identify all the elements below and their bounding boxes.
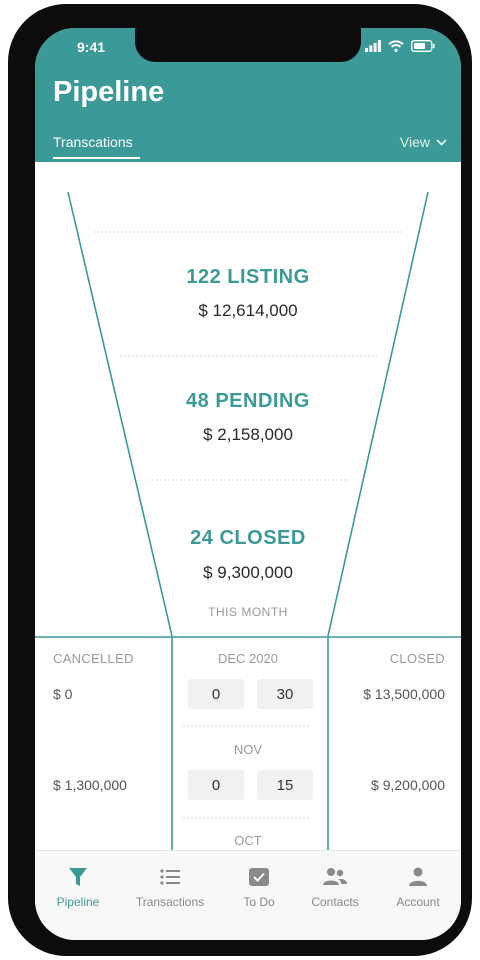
app-screen: 9:41 Pipeline Transcations View 122 LIST…	[35, 28, 461, 940]
checkbox-icon	[249, 868, 269, 886]
person-icon	[409, 867, 427, 886]
cancelled-value-dec: $ 0	[53, 686, 73, 702]
tab-todo[interactable]: To Do	[216, 865, 302, 909]
count-box-nov-a[interactable]: 0	[188, 770, 244, 800]
tab-contacts-label: Contacts	[311, 895, 359, 909]
funnel-graphic	[35, 191, 461, 850]
cancelled-value-nov: $ 1,300,000	[53, 777, 127, 793]
count-box-nov-b[interactable]: 15	[257, 770, 313, 800]
month-label-dec: DEC 2020	[218, 651, 278, 666]
closed-value-nov: $ 9,200,000	[371, 777, 445, 793]
tab-transactions-label: Transactions	[135, 895, 205, 909]
count-box-dec-a[interactable]: 0	[188, 679, 244, 709]
funnel-icon	[69, 868, 87, 886]
tab-transactions-nav[interactable]: Transactions	[127, 865, 213, 909]
tab-pipeline-label: Pipeline	[56, 895, 100, 909]
pending-stage-amount: $ 2,158,000	[203, 425, 293, 444]
tab-account-label: Account	[396, 895, 440, 909]
listing-stage-title[interactable]: 122 LISTING	[35, 266, 461, 289]
list-icon	[160, 869, 180, 885]
month-label-nov: NOV	[233, 742, 263, 757]
month-label-oct: OCT	[234, 833, 262, 848]
listing-stage-amount: $ 12,614,000	[198, 301, 298, 320]
tab-pipeline[interactable]: Pipeline	[35, 865, 121, 909]
pending-stage-title[interactable]: 48 PENDING	[35, 390, 461, 413]
contacts-icon	[323, 868, 347, 885]
cancelled-column-header: CANCELLED	[53, 651, 134, 666]
tab-account[interactable]: Account	[375, 865, 461, 909]
tab-todo-label: To Do	[243, 895, 275, 909]
bottom-tab-bar: Pipeline Transactions To Do Contacts Acc…	[35, 850, 461, 940]
phone-frame: 9:41 Pipeline Transcations View 122 LIST…	[8, 4, 472, 956]
closed-stage-amount: $ 9,300,000	[203, 563, 293, 582]
closed-stage-title[interactable]: 24 CLOSED	[35, 527, 461, 550]
closed-value-dec: $ 13,500,000	[363, 686, 445, 702]
tab-contacts[interactable]: Contacts	[292, 865, 378, 909]
closed-column-header: CLOSED	[389, 651, 445, 666]
count-box-dec-b[interactable]: 30	[257, 679, 313, 709]
period-label: THIS MONTH	[208, 605, 288, 619]
